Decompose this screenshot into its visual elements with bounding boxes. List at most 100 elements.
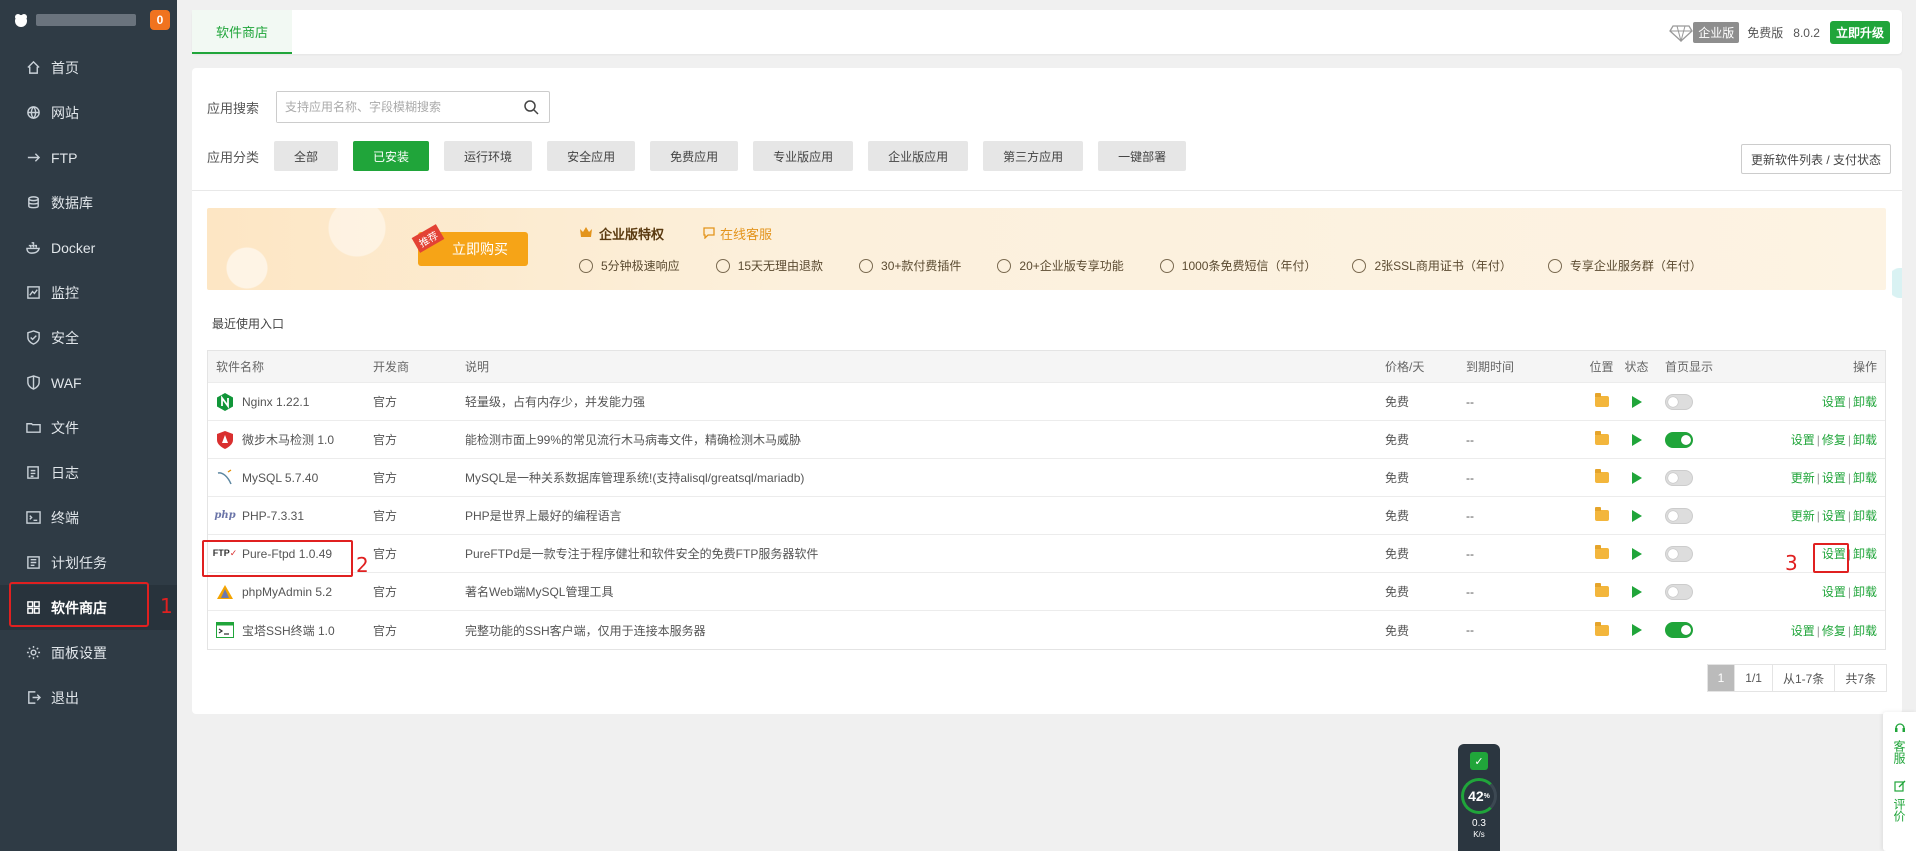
folder-icon[interactable]: [1594, 621, 1609, 636]
home-display-toggle[interactable]: [1665, 393, 1693, 410]
home-display-toggle[interactable]: [1665, 469, 1693, 486]
sidebar-item-label: 面板设置: [51, 644, 107, 661]
sidebar-item-10[interactable]: 终端: [0, 495, 177, 540]
category-button-6[interactable]: 企业版应用: [868, 141, 969, 171]
refresh-list-button[interactable]: 更新软件列表 / 支付状态: [1740, 144, 1891, 174]
play-icon[interactable]: [1631, 509, 1642, 522]
action-link[interactable]: 设置: [1822, 509, 1846, 523]
page-current[interactable]: 1: [1707, 665, 1736, 691]
sidebar-item-4[interactable]: Docker: [0, 225, 177, 270]
expire-cell: --: [1466, 394, 1474, 409]
action-link[interactable]: 设置: [1822, 471, 1846, 485]
action-link[interactable]: 设置: [1822, 585, 1846, 599]
sidebar-item-11[interactable]: 计划任务: [0, 540, 177, 585]
action-link[interactable]: 卸载: [1853, 395, 1877, 409]
load-gauge: 42%: [1461, 778, 1497, 814]
software-name-cell[interactable]: 宝塔SSH终端 1.0: [208, 621, 373, 639]
category-button-0[interactable]: 全部: [274, 141, 339, 171]
system-monitor-widget[interactable]: ✓ 42% 0.3 K/s: [1458, 744, 1500, 851]
feature-label: 15天无理由退款: [737, 259, 824, 273]
category-button-5[interactable]: 专业版应用: [753, 141, 854, 171]
play-icon[interactable]: [1631, 585, 1642, 598]
sidebar-item-label: 终端: [51, 509, 79, 526]
developer-cell: 官方: [373, 509, 398, 523]
status-cell: [1618, 585, 1655, 598]
sidebar-item-9[interactable]: 日志: [0, 450, 177, 495]
play-icon[interactable]: [1631, 624, 1642, 636]
mysql-icon: [216, 468, 234, 487]
home-display-toggle[interactable]: [1665, 583, 1693, 600]
upgrade-button[interactable]: 立即升级: [1829, 21, 1890, 44]
action-link[interactable]: 设置: [1791, 624, 1815, 638]
shield-red-icon: [216, 430, 234, 449]
action-link[interactable]: 卸载: [1853, 433, 1877, 447]
monitor-icon: [25, 285, 41, 301]
feature-item: 专享企业服务群（年付）: [1547, 257, 1702, 274]
action-link[interactable]: 卸载: [1853, 471, 1877, 485]
category-button-2[interactable]: 运行环境: [444, 141, 533, 171]
software-name-cell[interactable]: MySQL 5.7.40: [208, 468, 373, 487]
action-separator: |: [1847, 395, 1851, 409]
software-name-cell[interactable]: php PHP-7.3.31: [208, 507, 373, 525]
action-separator: |: [1816, 509, 1820, 523]
play-icon[interactable]: [1631, 433, 1642, 446]
action-link[interactable]: 更新: [1791, 471, 1815, 485]
play-icon[interactable]: [1631, 395, 1642, 408]
home-display-toggle[interactable]: [1665, 622, 1693, 638]
tab-software-store[interactable]: 软件商店: [192, 10, 292, 54]
sidebar-item-6[interactable]: 安全: [0, 315, 177, 360]
sidebar-item-0[interactable]: 首页: [0, 45, 177, 90]
sidebar-item-3[interactable]: 数据库: [0, 180, 177, 225]
home-display-toggle[interactable]: [1665, 431, 1693, 448]
sidebar-item-14[interactable]: 退出: [0, 675, 177, 720]
folder-icon[interactable]: [1594, 507, 1609, 521]
home-display-cell: [1655, 622, 1751, 638]
sidebar-item-7[interactable]: WAF: [0, 360, 177, 405]
folder-icon[interactable]: [1594, 393, 1609, 407]
action-link[interactable]: 卸载: [1853, 624, 1877, 638]
software-name-cell[interactable]: Nginx 1.22.1: [208, 392, 373, 411]
software-name-cell[interactable]: phpMyAdmin 5.2: [208, 583, 373, 601]
sidebar-item-5[interactable]: 监控: [0, 270, 177, 315]
notification-badge[interactable]: 0: [150, 10, 170, 30]
play-icon[interactable]: [1631, 547, 1642, 560]
search-input[interactable]: [277, 92, 508, 122]
online-service-link[interactable]: 在线客服: [702, 224, 772, 243]
software-name-cell[interactable]: 微步木马检测 1.0: [208, 430, 373, 449]
folder-icon[interactable]: [1594, 431, 1609, 445]
search-icon[interactable]: [523, 99, 539, 115]
category-button-4[interactable]: 免费应用: [650, 141, 739, 171]
sidebar-item-1[interactable]: 网站: [0, 90, 177, 135]
category-button-8[interactable]: 一键部署: [1098, 141, 1187, 171]
table-row: Nginx 1.22.1 官方 轻量级，占有内存少，并发能力强 免费 -- 设置 | 卸载: [208, 383, 1885, 421]
action-link[interactable]: 设置: [1822, 395, 1846, 409]
buy-now-button[interactable]: 推荐 立即购买: [411, 224, 528, 266]
top-bar: 软件商店 企业版 免费版 8.0.2 立即升级: [192, 10, 1902, 54]
action-link[interactable]: 设置: [1791, 433, 1815, 447]
category-button-1[interactable]: 已安装: [353, 141, 430, 171]
col-status: 状态: [1624, 360, 1649, 374]
sidebar-item-8[interactable]: 文件: [0, 405, 177, 450]
action-link[interactable]: 卸载: [1853, 547, 1877, 561]
home-display-toggle[interactable]: [1665, 545, 1693, 562]
category-button-3[interactable]: 安全应用: [547, 141, 636, 171]
review-button[interactable]: 评价: [1883, 764, 1916, 822]
customer-service-button[interactable]: 客服: [1883, 712, 1916, 764]
play-icon[interactable]: [1631, 471, 1642, 484]
action-link[interactable]: 修复: [1822, 624, 1846, 638]
action-link[interactable]: 更新: [1791, 509, 1815, 523]
action-link[interactable]: 卸载: [1853, 509, 1877, 523]
action-link[interactable]: 修复: [1822, 433, 1846, 447]
home-display-toggle[interactable]: [1665, 507, 1693, 524]
sidebar-item-13[interactable]: 面板设置: [0, 630, 177, 675]
action-link[interactable]: 卸载: [1853, 585, 1877, 599]
database-icon: [25, 195, 41, 211]
waf-shield-icon: [25, 375, 41, 391]
folder-icon[interactable]: [1594, 545, 1609, 559]
folder-icon[interactable]: [1594, 583, 1609, 597]
sidebar-item-2[interactable]: FTP: [0, 135, 177, 180]
folder-icon[interactable]: [1594, 469, 1609, 483]
location-cell: [1585, 393, 1618, 407]
enterprise-tag[interactable]: 企业版: [1693, 22, 1740, 43]
category-button-7[interactable]: 第三方应用: [983, 141, 1084, 171]
